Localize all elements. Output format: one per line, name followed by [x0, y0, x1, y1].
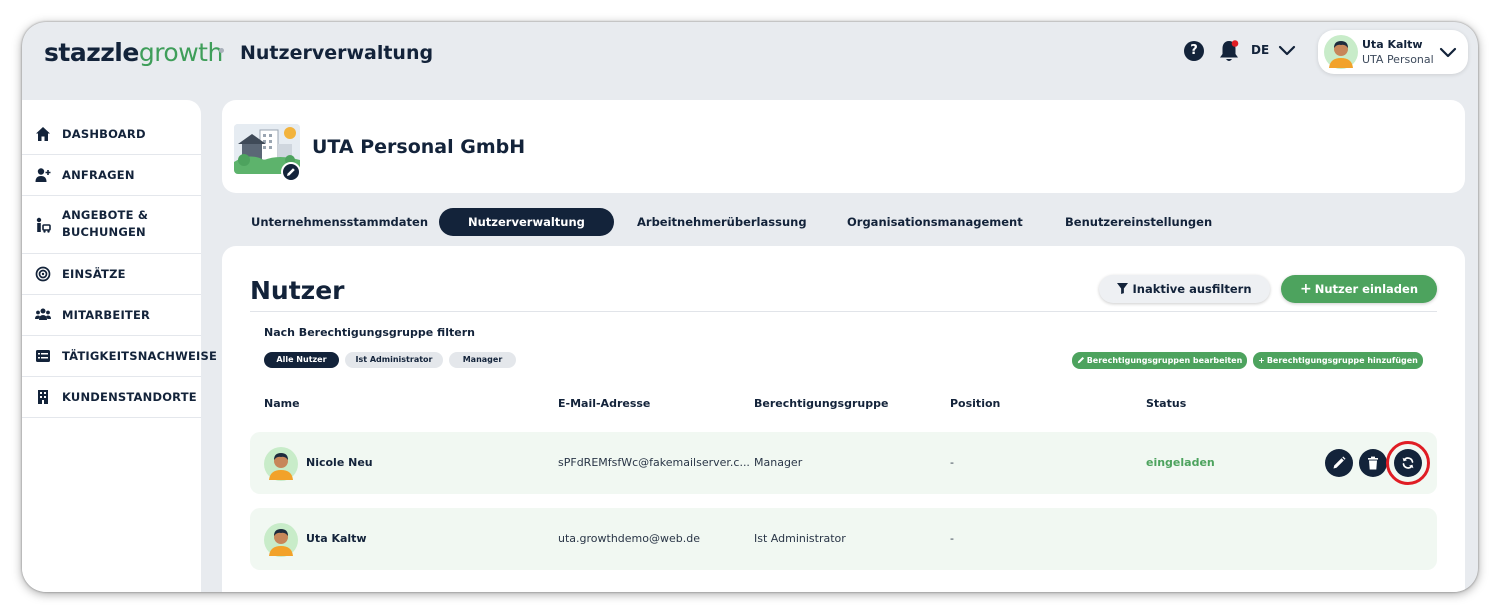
column-header-status[interactable]: Status: [1146, 397, 1186, 410]
sidebar-item-einsaetze[interactable]: EINSÄTZE: [22, 254, 201, 295]
filter-chip-manager[interactable]: Manager: [449, 352, 516, 368]
table-row[interactable]: Nicole Neu sPFdREMfsfWc@fakemailserver.c…: [250, 432, 1437, 494]
status-badge: eingeladen: [1146, 456, 1215, 469]
sidebar-item-label: DASHBOARD: [62, 127, 146, 141]
column-header-email[interactable]: E-Mail-Adresse: [558, 397, 650, 410]
user-company: UTA Personal: [1362, 53, 1434, 66]
user-group: Manager: [754, 456, 803, 469]
top-bar: stazzlegrowth Nutzerverwaltung ? DE Uta …: [22, 22, 1478, 84]
user-plus-icon: [35, 168, 51, 182]
user-name: Uta Kaltw: [1362, 38, 1423, 51]
app-window: stazzlegrowth Nutzerverwaltung ? DE Uta …: [22, 22, 1478, 592]
sidebar-item-label: EINSÄTZE: [62, 267, 126, 281]
language-selector[interactable]: DE: [1251, 43, 1269, 57]
edit-company-logo-button[interactable]: [281, 162, 301, 182]
user-position: -: [950, 456, 954, 469]
user-position: -: [950, 532, 954, 545]
plus-icon: +: [1258, 356, 1265, 365]
sidebar-item-label: ANGEBOTE & BUCHUNGEN: [62, 208, 149, 239]
target-icon: [35, 266, 51, 282]
sidebar-item-dashboard[interactable]: DASHBOARD: [22, 114, 201, 155]
tab-nutzerverwaltung[interactable]: Nutzerverwaltung: [439, 208, 614, 236]
pencil-icon: [287, 168, 295, 176]
company-card: UTA Personal GmbH: [222, 100, 1465, 193]
notification-bell-icon[interactable]: [1218, 39, 1240, 63]
help-icon[interactable]: ?: [1184, 41, 1204, 61]
separator-dot: [219, 48, 224, 53]
building-icon: [38, 390, 48, 404]
column-header-position[interactable]: Position: [950, 397, 1000, 410]
column-header-name[interactable]: Name: [264, 397, 300, 410]
filter-label: Nach Berechtigungsgruppe filtern: [264, 326, 475, 339]
add-group-button[interactable]: + Berechtigungsgruppe hinzufügen: [1253, 352, 1423, 369]
user-avatar: [1324, 35, 1358, 69]
sidebar-item-label: KUNDENSTANDORTE: [62, 390, 197, 404]
tab-arbeitnehmerueberlassung[interactable]: Arbeitnehmerüberlassung: [637, 208, 807, 236]
delete-user-button[interactable]: [1359, 449, 1387, 477]
sidebar-item-angebote-buchungen[interactable]: ANGEBOTE & BUCHUNGEN: [22, 196, 201, 254]
edit-groups-label: Berechtigungsgruppen bearbeiten: [1086, 356, 1243, 365]
chevron-down-icon: [1439, 47, 1457, 58]
sidebar-item-label: ANFRAGEN: [62, 168, 135, 182]
user-name: Uta Kaltw: [306, 532, 367, 545]
sidebar: DASHBOARD ANFRAGEN ANGEBOTE & BUCHUNGEN …: [22, 100, 217, 592]
filter-chip-alle-nutzer[interactable]: Alle Nutzer: [264, 352, 339, 368]
section-title: Nutzer: [250, 276, 345, 305]
add-group-label: Berechtigungsgruppe hinzufügen: [1266, 356, 1418, 365]
logo-part-2: growth: [138, 38, 224, 67]
users-panel: Nutzer Inaktive ausfiltern + Nutzer einla…: [222, 246, 1465, 592]
highlight-ring: [1386, 441, 1430, 485]
users-icon: [35, 308, 51, 320]
column-header-group[interactable]: Berechtigungsgruppe: [754, 397, 888, 410]
user-name: Nicole Neu: [306, 456, 373, 469]
filter-chip-ist-administrator[interactable]: Ist Administrator: [345, 352, 443, 368]
trash-icon: [1368, 456, 1378, 470]
chevron-down-icon[interactable]: [1277, 40, 1297, 60]
user-email: sPFdREMfsfWc@fakemailserver.c...: [558, 456, 750, 469]
user-email: uta.growthdemo@web.de: [558, 532, 700, 545]
logo-part-1: stazzle: [44, 38, 139, 67]
plus-icon: +: [1299, 281, 1312, 297]
tab-benutzereinstellungen[interactable]: Benutzereinstellungen: [1065, 208, 1212, 236]
sidebar-item-label: TÄTIGKEITSNACHWEISE: [62, 349, 218, 363]
tab-unternehmensstammdaten[interactable]: Unternehmensstammdaten: [251, 208, 428, 236]
sidebar-item-anfragen[interactable]: ANFRAGEN: [22, 155, 201, 196]
filter-inactive-button[interactable]: Inaktive ausfiltern: [1099, 275, 1270, 303]
edit-groups-button[interactable]: Berechtigungsgruppen bearbeiten: [1072, 352, 1247, 369]
list-icon: [36, 350, 50, 362]
tab-organisationsmanagement[interactable]: Organisationsmanagement: [847, 208, 1023, 236]
sidebar-item-label: MITARBEITER: [62, 308, 151, 322]
edit-user-button[interactable]: [1325, 449, 1353, 477]
pencil-icon: [1333, 456, 1346, 469]
table-row[interactable]: Uta Kaltw uta.growthdemo@web.de Ist Admi…: [250, 508, 1437, 570]
pencil-icon: [1077, 356, 1084, 364]
app-logo[interactable]: stazzlegrowth: [44, 38, 223, 67]
sidebar-item-mitarbeiter[interactable]: MITARBEITER: [22, 295, 201, 336]
filter-inactive-label: Inaktive ausfiltern: [1132, 282, 1252, 296]
user-avatar: [264, 523, 298, 557]
user-menu[interactable]: Uta Kaltw UTA Personal: [1318, 30, 1468, 74]
sidebar-item-taetigkeitsnachweise[interactable]: TÄTIGKEITSNACHWEISE: [22, 336, 217, 377]
page-heading: Nutzerverwaltung: [240, 42, 434, 64]
sidebar-item-kundenstandorte[interactable]: KUNDENSTANDORTE: [22, 377, 201, 418]
user-group: Ist Administrator: [754, 532, 846, 545]
invite-user-label: Nutzer einladen: [1314, 282, 1419, 296]
filter-icon: [1117, 283, 1129, 294]
divider: [250, 311, 1437, 312]
person-cart-icon: [36, 217, 51, 233]
company-name: UTA Personal GmbH: [312, 136, 526, 158]
invite-user-button[interactable]: + Nutzer einladen: [1281, 275, 1437, 303]
home-icon: [36, 127, 50, 141]
user-avatar: [264, 447, 298, 481]
